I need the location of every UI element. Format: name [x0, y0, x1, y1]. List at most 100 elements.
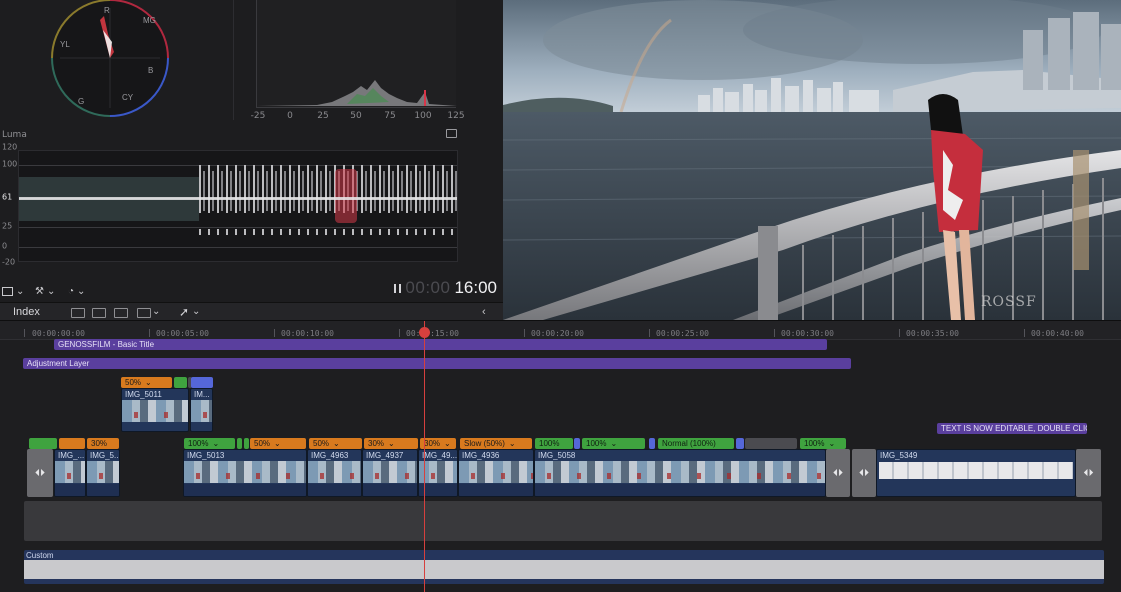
speed-tag[interactable]: [174, 377, 187, 388]
chevron-down-icon: ⌄: [610, 439, 618, 448]
timeline[interactable]: 00:00:00:00 00:00:05:00 00:00:10:00 00:0…: [0, 320, 1121, 592]
transition[interactable]: ⏴⏵: [27, 449, 53, 497]
clip-thumbnails: [122, 400, 188, 422]
clip-name: IMG_...: [58, 451, 85, 460]
primary-clip[interactable]: IMG_5013: [183, 449, 307, 497]
speed-tag[interactable]: [237, 438, 242, 449]
clip-name: IMG_5...: [90, 451, 120, 460]
speed-tag[interactable]: 100%: [535, 438, 573, 449]
chevron-down-icon: ⌄: [16, 285, 25, 297]
transition[interactable]: ⏴⏵: [852, 449, 876, 497]
speed-tag[interactable]: 100% ⌄: [184, 438, 235, 449]
speed-tag[interactable]: 100% ⌄: [582, 438, 645, 449]
chevron-down-icon[interactable]: ⌄: [152, 306, 160, 317]
speed-tag[interactable]: 30%: [87, 438, 119, 449]
speed-tag[interactable]: 100% ⌄: [800, 438, 846, 449]
speed-tag-label: 30%: [424, 439, 441, 448]
index-button[interactable]: Index: [13, 306, 40, 318]
chevron-down-icon[interactable]: ⌄: [192, 306, 200, 317]
adjustment-layer-clip[interactable]: Adjustment Layer: [23, 358, 851, 369]
speed-tag[interactable]: 30% ⌄: [420, 438, 456, 449]
custom-clip-label: Custom: [26, 551, 54, 560]
retime-button[interactable]: ◔ ⌄: [68, 283, 85, 299]
speed-tag-label: 100%: [539, 439, 560, 448]
audio-lane[interactable]: [24, 501, 1102, 541]
timecode-dim: 00:00: [405, 278, 451, 297]
connected-clip[interactable]: IM...: [190, 388, 213, 432]
waveform-scale-0: 0: [2, 241, 8, 251]
custom-clip[interactable]: Custom: [24, 550, 1104, 584]
speed-tag[interactable]: [191, 377, 213, 388]
speed-tag-label: 30%: [91, 439, 108, 448]
primary-clip[interactable]: IMG_5...: [86, 449, 120, 497]
video-viewer[interactable]: ROSSF: [503, 0, 1121, 320]
playhead-handle[interactable]: [419, 327, 430, 338]
ruler-tick: [774, 329, 775, 337]
clip-audio: [363, 484, 417, 496]
vector-target-g: G: [78, 97, 85, 106]
select-tool-arrow-icon[interactable]: ➚: [179, 305, 189, 319]
transition-icon: ⏴⏵: [1083, 467, 1094, 479]
enhance-button[interactable]: ⚒ ⌄: [35, 283, 55, 299]
primary-clip[interactable]: IMG_4963: [307, 449, 362, 497]
clip-thumbnails: [87, 461, 119, 483]
speed-tag-blue[interactable]: [736, 438, 744, 449]
connected-clip[interactable]: IMG_5011: [121, 388, 189, 432]
speed-tag[interactable]: Normal (100%): [658, 438, 734, 449]
primary-clip[interactable]: IMG_...: [54, 449, 86, 497]
chevron-down-icon: ⌄: [388, 439, 395, 448]
transition[interactable]: ⏴⏵: [826, 449, 850, 497]
connect-clip-icon[interactable]: [137, 308, 151, 318]
speed-tag[interactable]: [59, 438, 85, 449]
title-clip-basic-title[interactable]: GENOSSFILM - Basic Title: [54, 339, 827, 350]
viewer-watermark: ROSSF: [981, 294, 1037, 310]
speed-tag[interactable]: [745, 438, 797, 449]
pause-icon: [394, 283, 402, 293]
magic-wand-icon: ⚒: [35, 285, 44, 297]
speed-tag-label: 50%: [254, 439, 271, 448]
speed-tag[interactable]: 30% ⌄: [364, 438, 418, 449]
vector-target-yl: YL: [60, 40, 70, 49]
primary-clip[interactable]: IMG_5058: [534, 449, 826, 497]
ruler-tick: [649, 329, 650, 337]
title-clip[interactable]: IMG_5349: [876, 449, 1076, 497]
clip-thumbnails: [184, 461, 306, 483]
waveform-scale-25: 25: [2, 221, 13, 231]
speed-tag[interactable]: 50% ⌄: [309, 438, 362, 449]
clip-name: IMG_5058: [538, 451, 576, 460]
speed-tag[interactable]: [244, 438, 249, 449]
transition-icon: ⏴⏵: [833, 467, 843, 479]
scope-settings-icon[interactable]: [446, 129, 457, 138]
timecode-display[interactable]: 00:00 16:00: [394, 278, 497, 298]
view-layout-button[interactable]: ⌄: [2, 283, 24, 299]
primary-clip[interactable]: IMG_4937: [362, 449, 418, 497]
speed-tag-blue[interactable]: [574, 438, 580, 449]
ruler-label: 00:00:30:00: [781, 329, 834, 338]
speed-tag-blue[interactable]: [649, 438, 655, 449]
speed-tag-label: Normal (100%): [662, 439, 716, 448]
insert-clip-icon[interactable]: [92, 308, 106, 318]
speed-tag[interactable]: 50% ⌄: [121, 377, 172, 388]
transition[interactable]: ⏴⏵: [1076, 449, 1101, 497]
chevron-down-icon: ⌄: [46, 285, 56, 297]
speed-tag[interactable]: Slow (50%) ⌄: [460, 438, 532, 449]
overwrite-clip-icon[interactable]: [114, 308, 128, 318]
speed-tag[interactable]: [29, 438, 57, 449]
primary-clip[interactable]: IMG_4936: [458, 449, 534, 497]
editable-title-badge[interactable]: TEXT IS NOW EDITABLE, DOUBLE CLIC...: [937, 423, 1087, 434]
speedometer-icon: ◔: [68, 285, 75, 297]
speed-tag[interactable]: 50% ⌄: [250, 438, 306, 449]
append-clip-icon[interactable]: [71, 308, 85, 318]
ruler-tick: [524, 329, 525, 337]
clip-audio: [87, 484, 119, 496]
chevron-down-icon: ⌄: [212, 439, 220, 448]
video-scopes-panel: R MG B CY G YL -25 0 25 50 75 100 125 Lu…: [0, 0, 503, 302]
vector-target-b: B: [148, 66, 154, 75]
waveform-scale-120: 120: [2, 142, 18, 152]
timeline-ruler[interactable]: 00:00:00:00 00:00:05:00 00:00:10:00 00:0…: [0, 321, 1121, 340]
playhead[interactable]: [424, 321, 425, 592]
histogram-tick: -25: [250, 111, 266, 121]
clip-thumbnails: [535, 461, 825, 483]
collapse-chevron-icon[interactable]: ‹: [482, 306, 486, 318]
clip-audio: [55, 484, 85, 496]
